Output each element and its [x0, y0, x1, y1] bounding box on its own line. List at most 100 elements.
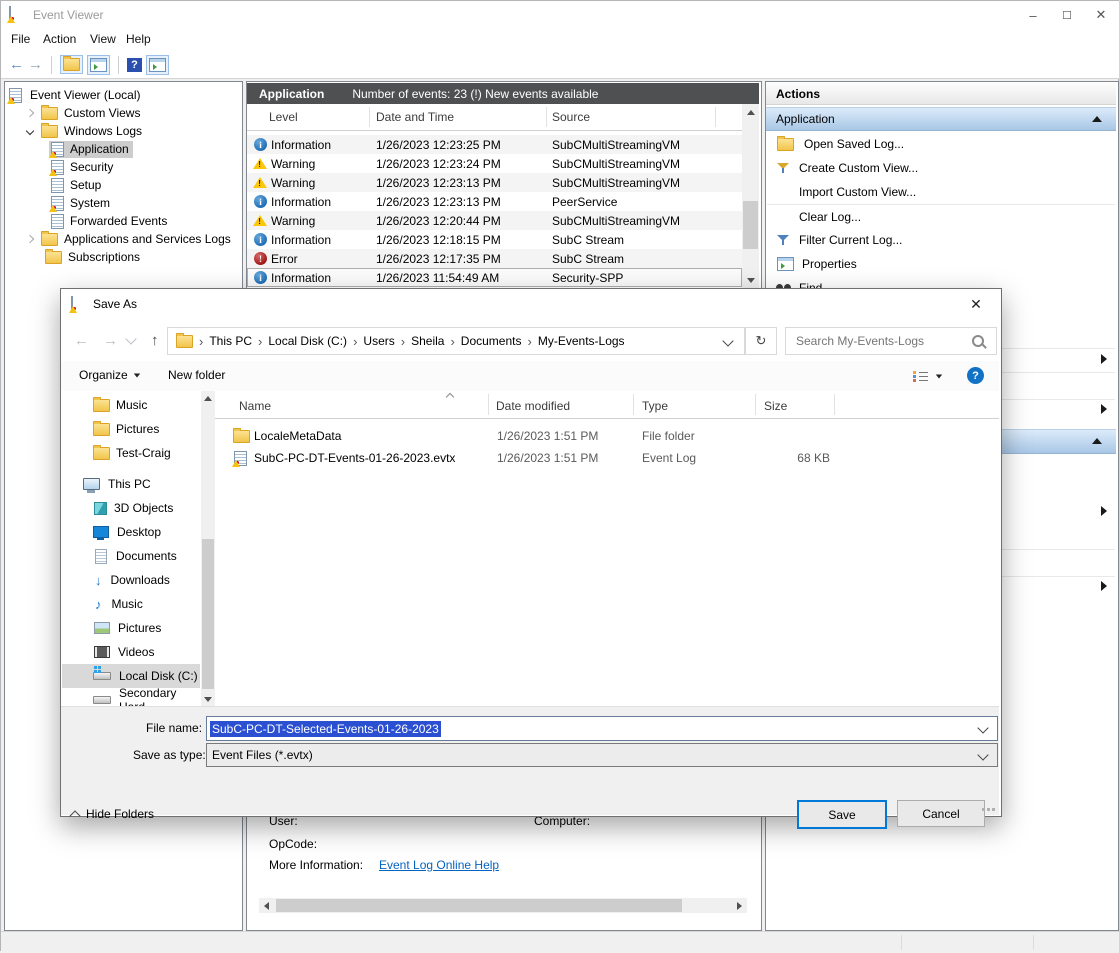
menu-file[interactable]: File	[9, 29, 32, 49]
column-date-modified[interactable]: Date modified	[496, 399, 570, 413]
dialog-close-icon[interactable]: ✕	[961, 292, 991, 316]
open-saved-log-icon[interactable]	[60, 55, 83, 74]
view-dropdown-arrow-icon[interactable]	[936, 375, 942, 379]
save-as-type-chevron-icon[interactable]	[977, 749, 988, 760]
breadcrumb-documents[interactable]: Documents	[461, 334, 522, 348]
dialog-help-icon[interactable]	[967, 367, 984, 384]
breadcrumb-sheila[interactable]: Sheila	[411, 334, 444, 348]
action-clear-log[interactable]: Clear Log...	[767, 205, 1115, 229]
sidebar-item-music-folder[interactable]: Music	[62, 393, 200, 417]
sidebar-scrollbar[interactable]	[201, 391, 215, 706]
sidebar-item-videos[interactable]: Videos	[62, 640, 200, 664]
search-input[interactable]	[794, 333, 972, 349]
tree-item-forwarded-events[interactable]: Forwarded Events	[51, 212, 167, 230]
action-open-saved-log[interactable]: Open Saved Log...	[767, 132, 1115, 156]
scrollbar-thumb[interactable]	[743, 201, 758, 249]
file-row-folder[interactable]: LocaleMetaData 1/26/2023 1:51 PM File fo…	[215, 425, 999, 447]
nav-up-icon[interactable]: ↑	[151, 333, 159, 348]
scroll-right-icon[interactable]	[732, 898, 747, 913]
column-separator[interactable]	[715, 107, 716, 127]
column-separator[interactable]	[488, 394, 489, 415]
tree-item-security[interactable]: Security	[51, 158, 113, 176]
event-row[interactable]: Information 1/26/2023 12:18:15 PM SubC S…	[247, 230, 742, 249]
action-properties[interactable]: Properties	[767, 252, 1115, 276]
event-row[interactable]: Error 1/26/2023 12:17:35 PM SubC Stream	[247, 249, 742, 268]
sidebar-item-test-craig-folder[interactable]: Test-Craig	[62, 441, 200, 465]
event-row-selected[interactable]: Information 1/26/2023 11:54:49 AM Securi…	[247, 268, 742, 287]
tree-item-system[interactable]: System	[51, 194, 110, 212]
submenu-arrow-icon[interactable]	[1101, 354, 1107, 364]
events-scrollbar[interactable]	[742, 104, 759, 289]
column-separator[interactable]	[755, 394, 756, 415]
column-type[interactable]: Type	[642, 399, 668, 413]
column-separator[interactable]	[633, 394, 634, 415]
address-bar[interactable]: This PC Local Disk (C:) Users Sheila Doc…	[167, 327, 745, 355]
event-row[interactable]: Warning 1/26/2023 12:23:24 PM SubCMultiS…	[247, 154, 742, 173]
column-separator[interactable]	[546, 107, 547, 127]
tree-root[interactable]: Event Viewer (Local)	[9, 86, 141, 104]
resize-grip[interactable]	[992, 808, 995, 811]
scroll-down-icon[interactable]	[201, 692, 215, 706]
event-row[interactable]: Warning 1/26/2023 12:20:44 PM SubCMultiS…	[247, 211, 742, 230]
close-button[interactable]: ✕	[1084, 2, 1118, 28]
action-filter-current-log[interactable]: Filter Current Log...	[767, 228, 1115, 252]
tree-item-application[interactable]: Application	[49, 140, 133, 158]
save-button[interactable]: Save	[797, 800, 887, 829]
nav-history-chevron-icon[interactable]	[125, 333, 136, 344]
column-level[interactable]: Level	[269, 110, 298, 124]
sidebar-item-local-disk-c[interactable]: Local Disk (C:)	[62, 664, 200, 688]
column-date-time[interactable]: Date and Time	[376, 110, 454, 124]
file-name-input[interactable]: SubC-PC-DT-Selected-Events-01-26-2023	[206, 716, 998, 741]
sidebar-item-pictures-folder[interactable]: Pictures	[62, 417, 200, 441]
scroll-up-icon[interactable]	[742, 104, 759, 121]
organize-button[interactable]: Organize	[79, 368, 141, 382]
breadcrumb-users[interactable]: Users	[363, 334, 394, 348]
sidebar-item-pictures[interactable]: Pictures	[62, 616, 200, 640]
action-pane-icon[interactable]	[146, 55, 169, 75]
scrollbar-thumb[interactable]	[202, 539, 214, 689]
scroll-down-icon[interactable]	[742, 272, 759, 289]
column-name[interactable]: Name	[239, 399, 271, 413]
chevron-right-icon[interactable]	[26, 235, 34, 243]
maximize-button[interactable]: ☐	[1050, 2, 1084, 28]
scroll-left-icon[interactable]	[259, 898, 274, 913]
sidebar-item-this-pc[interactable]: This PC	[62, 472, 200, 496]
sidebar-item-documents[interactable]: Documents	[62, 544, 200, 568]
scroll-up-icon[interactable]	[201, 391, 215, 405]
scrollbar-thumb[interactable]	[276, 899, 682, 912]
sort-ascending-icon[interactable]	[446, 393, 454, 401]
cancel-button[interactable]: Cancel	[897, 800, 985, 827]
submenu-arrow-icon[interactable]	[1101, 506, 1107, 516]
tree-item-subscriptions[interactable]: Subscriptions	[45, 248, 140, 266]
column-separator[interactable]	[369, 107, 370, 127]
new-folder-button[interactable]: New folder	[168, 368, 225, 382]
action-import-custom-view[interactable]: Import Custom View...	[767, 180, 1115, 204]
nav-forward-icon[interactable]: →	[103, 333, 118, 348]
file-name-dropdown-chevron-icon[interactable]	[977, 722, 988, 733]
tree-item-setup[interactable]: Setup	[51, 176, 101, 194]
tree-item-apps-services-logs[interactable]: Applications and Services Logs	[27, 230, 231, 248]
minimize-button[interactable]: –	[1016, 2, 1050, 28]
column-size[interactable]: Size	[764, 399, 787, 413]
search-box[interactable]	[785, 327, 997, 355]
chevron-down-icon[interactable]	[26, 127, 34, 135]
refresh-button[interactable]: ↻	[745, 327, 777, 355]
breadcrumb-this-pc[interactable]: This PC	[209, 334, 252, 348]
nav-back-icon[interactable]: ←	[74, 333, 89, 348]
details-h-scrollbar[interactable]	[259, 898, 747, 913]
sidebar-item-3d-objects[interactable]: 3D Objects	[62, 496, 200, 520]
collapse-icon[interactable]	[1092, 116, 1102, 122]
help-icon[interactable]	[127, 58, 142, 72]
event-row[interactable]: Warning 1/26/2023 12:23:13 PM SubCMultiS…	[247, 173, 742, 192]
actions-section-application[interactable]: Application	[766, 107, 1116, 131]
file-row-evtx[interactable]: SubC-PC-DT-Events-01-26-2023.evtx 1/26/2…	[215, 447, 999, 469]
breadcrumb-my-events-logs[interactable]: My-Events-Logs	[538, 334, 625, 348]
menu-help[interactable]: Help	[124, 29, 153, 49]
event-row[interactable]: Information 1/26/2023 12:23:25 PM SubCMu…	[247, 135, 742, 154]
submenu-arrow-icon[interactable]	[1101, 581, 1107, 591]
console-tree-icon[interactable]	[87, 55, 110, 75]
event-row[interactable]: Information 1/26/2023 12:23:13 PM PeerSe…	[247, 192, 742, 211]
sidebar-item-music[interactable]: Music	[62, 592, 200, 616]
chevron-right-icon[interactable]	[26, 109, 34, 117]
menu-action[interactable]: Action	[41, 29, 78, 49]
